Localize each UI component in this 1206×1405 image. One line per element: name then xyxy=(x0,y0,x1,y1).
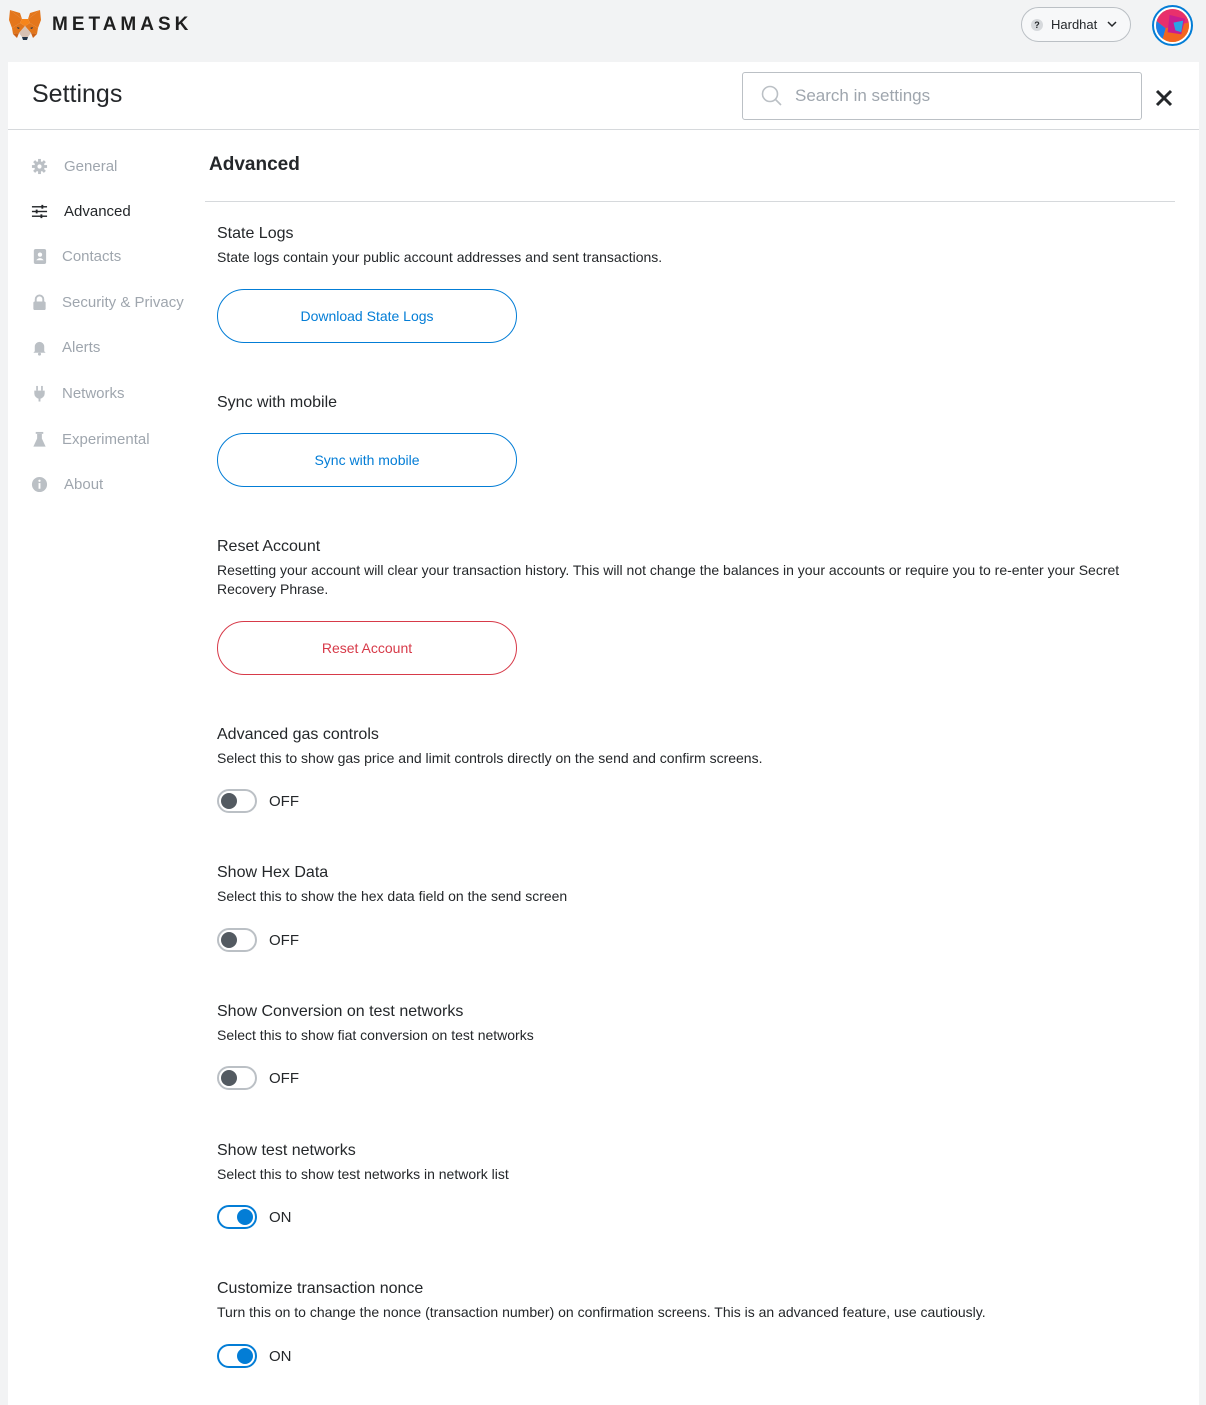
setting-title: Advanced gas controls xyxy=(217,726,379,743)
setting-title: Show Conversion on test networks xyxy=(217,1003,464,1020)
toggle-state-label: OFF xyxy=(269,792,299,810)
sidebar-item-alerts[interactable]: Alerts xyxy=(30,335,100,359)
close-icon[interactable] xyxy=(1154,88,1174,108)
sync-with-mobile-button[interactable]: Sync with mobile xyxy=(217,433,517,487)
identicon-icon xyxy=(1156,9,1189,42)
conversion-test-toggle[interactable]: OFF xyxy=(217,1065,299,1091)
brand-wordmark: METAMASK xyxy=(52,14,193,35)
network-unknown-icon: ? xyxy=(1031,18,1043,31)
chevron-down-icon xyxy=(1107,21,1117,28)
section-heading: Advanced xyxy=(209,154,300,175)
sliders-icon xyxy=(30,202,48,220)
account-avatar[interactable] xyxy=(1152,5,1193,46)
sidebar-item-label: Advanced xyxy=(64,202,131,220)
toggle-switch[interactable] xyxy=(217,789,257,813)
network-name: Hardhat xyxy=(1051,17,1098,32)
search-icon xyxy=(761,85,782,106)
toggle-switch[interactable] xyxy=(217,1205,257,1229)
sidebar-item-security[interactable]: Security & Privacy xyxy=(30,290,184,314)
toggle-state-label: ON xyxy=(269,1347,292,1365)
page-title: Settings xyxy=(32,80,123,108)
setting-title: Show Hex Data xyxy=(217,864,329,881)
bell-icon xyxy=(30,338,48,356)
hex-data-section: Show Hex Data Select this to show the he… xyxy=(217,863,1177,906)
setting-description: Select this to show the hex data field o… xyxy=(217,888,568,904)
setting-description: Resetting your account will clear your t… xyxy=(217,562,1120,597)
lock-icon xyxy=(30,293,48,311)
reset-account-section: Reset Account Resetting your account wil… xyxy=(217,537,1177,599)
sync-mobile-section: Sync with mobile xyxy=(217,393,1177,413)
state-logs-section: State Logs State logs contain your publi… xyxy=(217,224,1177,267)
hex-data-toggle[interactable]: OFF xyxy=(217,927,299,953)
settings-header: Settings xyxy=(8,62,1199,130)
toggle-switch[interactable] xyxy=(217,928,257,952)
conversion-test-section: Show Conversion on test networks Select … xyxy=(217,1002,1177,1045)
sidebar-item-label: Experimental xyxy=(62,430,150,448)
info-icon xyxy=(30,475,48,493)
setting-title: Show test networks xyxy=(217,1142,356,1159)
gear-icon xyxy=(30,157,48,175)
advanced-gas-section: Advanced gas controls Select this to sho… xyxy=(217,725,1177,768)
sidebar-item-label: Contacts xyxy=(62,247,122,265)
sidebar-item-advanced[interactable]: Advanced xyxy=(30,199,131,223)
metamask-logo[interactable]: METAMASK xyxy=(8,9,192,41)
toggle-switch[interactable] xyxy=(217,1066,257,1090)
setting-title: Customize transaction nonce xyxy=(217,1280,424,1297)
reset-account-button[interactable]: Reset Account xyxy=(217,621,517,675)
setting-title: Reset Account xyxy=(217,538,321,555)
sidebar-item-general[interactable]: General xyxy=(30,154,117,178)
divider xyxy=(205,201,1175,202)
sidebar-item-about[interactable]: About xyxy=(30,472,103,496)
sidebar-item-networks[interactable]: Networks xyxy=(30,381,125,405)
sidebar-item-experimental[interactable]: Experimental xyxy=(30,427,150,451)
app-bar: METAMASK ? Hardhat xyxy=(0,0,1206,62)
sidebar-item-contacts[interactable]: Contacts xyxy=(30,244,121,268)
plug-icon xyxy=(30,384,48,402)
sidebar-item-label: About xyxy=(64,475,104,493)
settings-card: Settings General xyxy=(8,62,1199,1405)
search-field[interactable] xyxy=(742,72,1142,120)
network-selector[interactable]: ? Hardhat xyxy=(1021,7,1131,42)
toggle-state-label: OFF xyxy=(269,1069,299,1087)
contacts-book-icon xyxy=(30,247,48,265)
toggle-switch[interactable] xyxy=(217,1344,257,1368)
test-networks-section: Show test networks Select this to show t… xyxy=(217,1141,1177,1184)
search-input[interactable] xyxy=(795,86,1115,106)
setting-description: Select this to show test networks in net… xyxy=(217,1166,509,1182)
sidebar-item-label: Security & Privacy xyxy=(62,293,184,311)
advanced-gas-toggle[interactable]: OFF xyxy=(217,788,299,814)
setting-description: Select this to show gas price and limit … xyxy=(217,750,763,766)
setting-description: State logs contain your public account a… xyxy=(217,249,663,265)
sidebar-item-label: General xyxy=(64,157,118,175)
test-networks-toggle[interactable]: ON xyxy=(217,1204,292,1230)
setting-title: State Logs xyxy=(217,225,294,242)
custom-nonce-toggle[interactable]: ON xyxy=(217,1343,292,1369)
toggle-state-label: ON xyxy=(269,1208,292,1226)
download-state-logs-button[interactable]: Download State Logs xyxy=(217,289,517,343)
toggle-state-label: OFF xyxy=(269,931,299,949)
sidebar-item-label: Networks xyxy=(62,384,125,402)
setting-description: Turn this on to change the nonce (transa… xyxy=(217,1304,986,1320)
fox-icon xyxy=(9,10,41,40)
setting-title: Sync with mobile xyxy=(217,394,338,411)
setting-description: Select this to show fiat conversion on t… xyxy=(217,1027,534,1043)
custom-nonce-section: Customize transaction nonce Turn this on… xyxy=(217,1279,1177,1322)
sidebar-item-label: Alerts xyxy=(62,338,101,356)
flask-icon xyxy=(30,430,48,448)
